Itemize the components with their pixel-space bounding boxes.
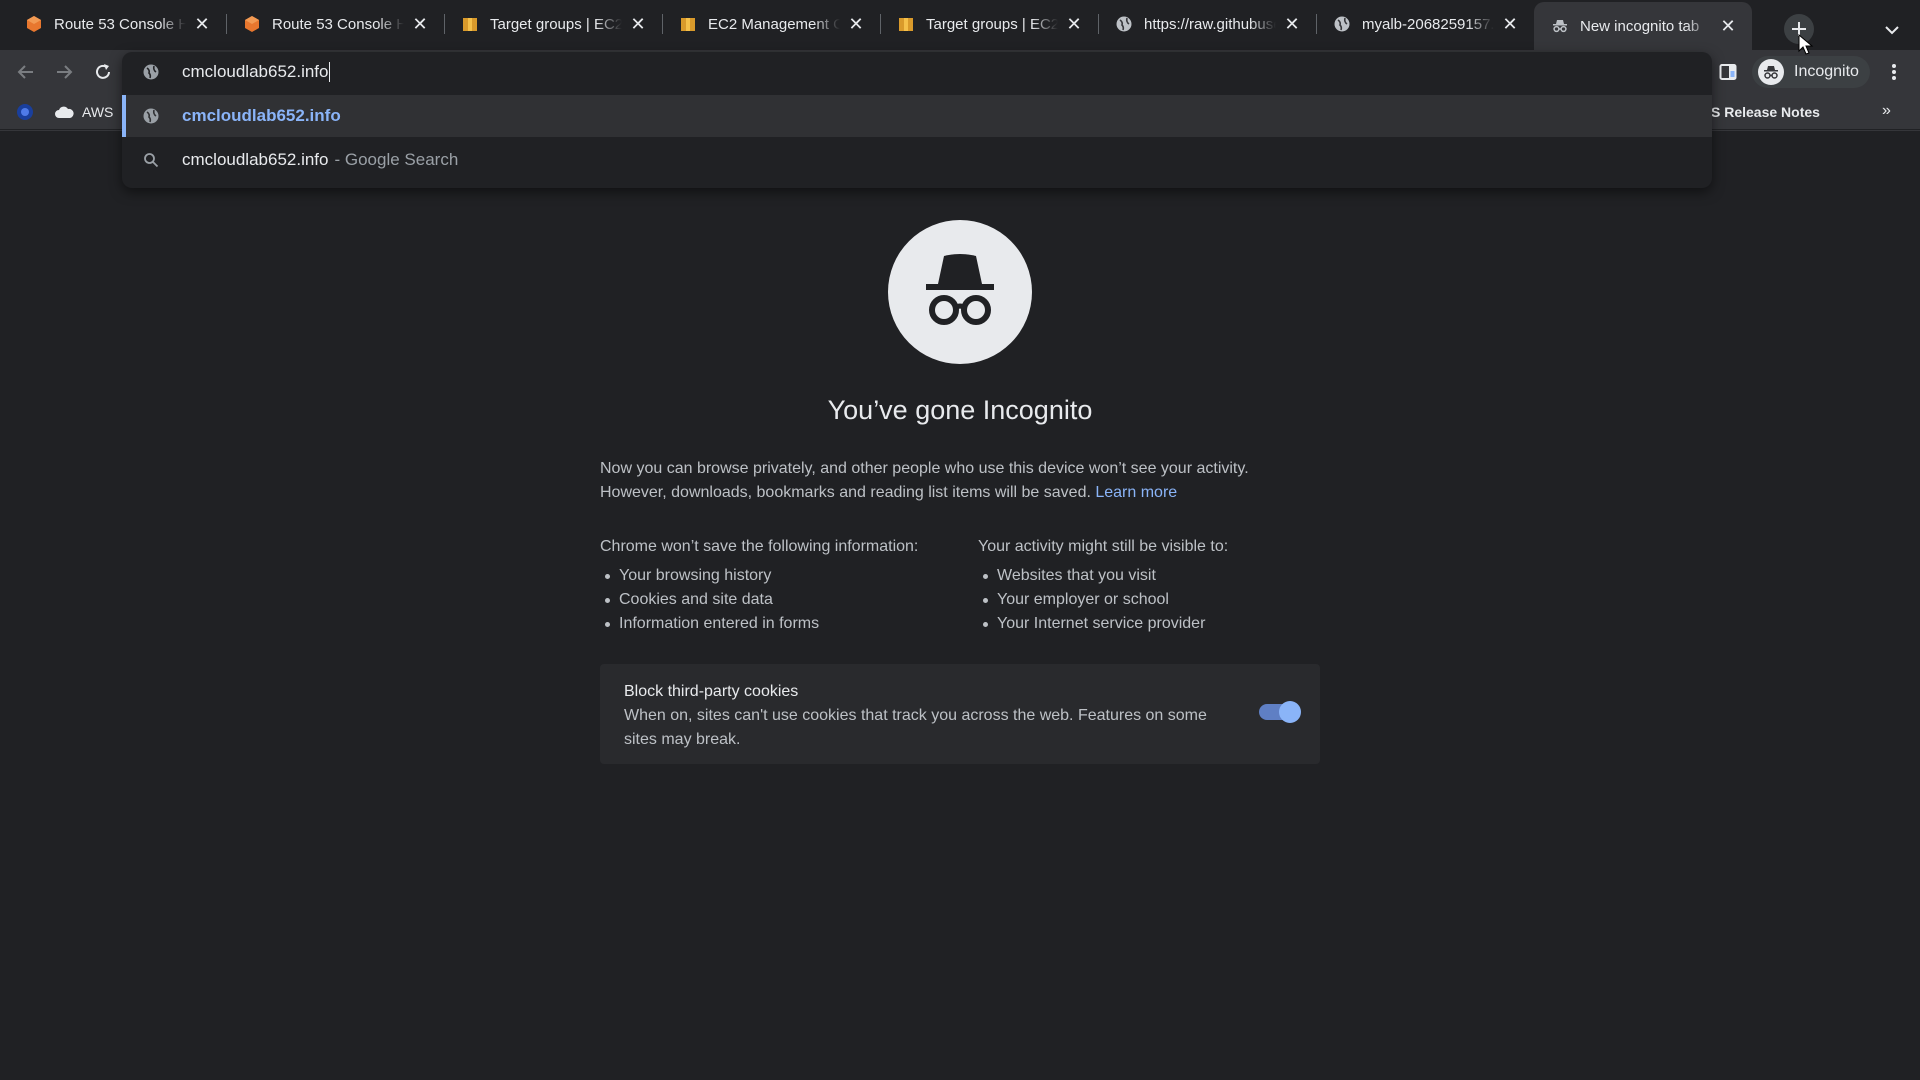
close-icon[interactable]: ✕ <box>1282 14 1302 34</box>
bookmark-release-notes[interactable]: S Release Notes <box>1711 100 1820 124</box>
text-caret <box>329 62 331 83</box>
close-icon[interactable]: ✕ <box>410 14 430 34</box>
close-icon[interactable]: ✕ <box>628 14 648 34</box>
reading-mode-button[interactable] <box>1714 58 1742 86</box>
close-icon[interactable]: ✕ <box>192 14 212 34</box>
aws-ec2-icon <box>678 14 698 34</box>
mouse-pointer-icon <box>1798 34 1814 55</box>
omnibox-dropdown: cmcloudlab652.info cmcloudlab652.info cm… <box>122 52 1712 188</box>
close-icon[interactable]: ✕ <box>1718 16 1738 36</box>
still-visible-heading: Your activity might still be visible to: <box>978 538 1229 555</box>
bookmark-label: AWS <box>82 104 114 120</box>
bookmark-label: S Release Notes <box>1711 104 1820 120</box>
arrow-right-icon <box>57 65 73 79</box>
back-button[interactable] <box>12 58 40 86</box>
close-icon[interactable]: ✕ <box>846 14 866 34</box>
bookmark-app[interactable] <box>16 100 34 124</box>
search-icon <box>140 149 162 171</box>
browser-menu-button[interactable] <box>1880 58 1908 86</box>
globe-icon <box>140 61 162 83</box>
tab-title: https://raw.githubusercontent.com <box>1144 15 1276 33</box>
forward-button[interactable] <box>50 58 78 86</box>
tab-title: EC2 Management Console <box>708 15 840 33</box>
learn-more-link[interactable]: Learn more <box>1095 484 1177 501</box>
list-item: Your employer or school <box>978 588 1358 612</box>
toggle-knob <box>1279 701 1301 723</box>
bookmark-aws[interactable]: AWS <box>54 100 113 124</box>
block-cookies-toggle[interactable] <box>1259 701 1301 723</box>
tab-title: Route 53 Console Home <box>54 15 186 33</box>
aws-ec2-icon <box>896 14 916 34</box>
browser-window: Route 53 Console Home ✕ Route 53 Console… <box>0 0 1920 1080</box>
tab-strip: Route 53 Console Home ✕ Route 53 Console… <box>0 0 1920 50</box>
incognito-icon <box>1550 16 1570 36</box>
address-input-text[interactable]: cmcloudlab652.info <box>182 62 331 83</box>
address-bar[interactable]: cmcloudlab652.info <box>122 52 1712 92</box>
more-vert-icon <box>1892 64 1896 80</box>
list-item: Information entered in forms <box>600 612 980 636</box>
tab-title: New incognito tab <box>1580 17 1700 35</box>
bookmarks-overflow-button[interactable]: » <box>1882 102 1891 120</box>
aws-ec2-icon <box>460 14 480 34</box>
wont-save-heading: Chrome won’t save the following informat… <box>600 538 919 555</box>
third-party-cookies-card: Block third-party cookies When on, sites… <box>600 664 1320 764</box>
tab-new-incognito[interactable]: New incognito tab ✕ <box>1534 2 1752 50</box>
close-icon[interactable]: ✕ <box>1064 14 1084 34</box>
tab-title: Target groups | EC2 Management Console <box>490 15 622 33</box>
globe-icon <box>1114 14 1134 34</box>
chevron-down-icon <box>1885 26 1899 35</box>
intro-text: Now you can browse privately, and other … <box>600 457 1340 505</box>
globe-icon <box>1332 14 1352 34</box>
tab-title: Target groups | EC2 Management Console <box>926 15 1058 33</box>
tab-route53-2[interactable]: Route 53 Console Home ✕ <box>226 2 444 46</box>
tab-myalb[interactable]: myalb-2068259157.amazonaws.com ✕ <box>1316 2 1534 46</box>
profile-label: Incognito <box>1794 63 1859 80</box>
wont-save-list: Chrome won’t save the following informat… <box>600 535 980 636</box>
tab-ec2-console[interactable]: EC2 Management Console ✕ <box>662 2 880 46</box>
incognito-profile-chip[interactable]: Incognito <box>1752 56 1870 88</box>
still-visible-list: Your activity might still be visible to:… <box>978 535 1358 636</box>
tab-search-button[interactable] <box>1880 18 1904 42</box>
tab-title: Route 53 Console Home <box>272 15 404 33</box>
tab-target-groups-2[interactable]: Target groups | EC2 Management Console ✕ <box>880 2 1098 46</box>
list-item: Your Internet service provider <box>978 612 1358 636</box>
intro-line-1: Now you can browse privately, and other … <box>600 460 1249 477</box>
cookie-card-title: Block third-party cookies <box>624 683 799 700</box>
list-item: Cookies and site data <box>600 588 980 612</box>
list-item: Websites that you visit <box>978 564 1358 588</box>
intro-line-2: However, downloads, bookmarks and readin… <box>600 484 1178 501</box>
tab-github-raw[interactable]: https://raw.githubusercontent.com ✕ <box>1098 2 1316 46</box>
side-panel-icon <box>1719 64 1737 80</box>
incognito-icon <box>1758 59 1784 85</box>
arrow-left-icon <box>17 65 33 79</box>
cloud-icon <box>55 106 74 118</box>
suggestion-subtext: - Google Search <box>334 150 459 169</box>
suggestion-text: cmcloudlab652.info <box>182 150 329 169</box>
page-title: You’ve gone Incognito <box>827 395 1093 425</box>
suggestion-text: cmcloudlab652.info <box>182 106 341 125</box>
globe-icon <box>140 105 162 127</box>
reload-button[interactable] <box>89 58 117 86</box>
omnibox-suggestion-search[interactable]: cmcloudlab652.info - Google Search <box>122 139 1712 181</box>
tab-title: myalb-2068259157.amazonaws.com <box>1362 15 1494 33</box>
cookie-card-description: When on, sites can't use cookies that tr… <box>624 707 1207 748</box>
omnibox-suggestion-url[interactable]: cmcloudlab652.info <box>122 95 1712 137</box>
incognito-ntp: You’ve gone Incognito Now you can browse… <box>0 131 1920 1080</box>
tab-route53-1[interactable]: Route 53 Console Home ✕ <box>8 2 226 46</box>
aws-route53-icon <box>24 14 44 34</box>
incognito-spy-icon <box>888 220 1032 364</box>
reload-icon <box>96 64 110 79</box>
tab-target-groups-1[interactable]: Target groups | EC2 Management Console ✕ <box>444 2 662 46</box>
aws-route53-icon <box>242 14 262 34</box>
list-item: Your browsing history <box>600 564 980 588</box>
close-icon[interactable]: ✕ <box>1500 14 1520 34</box>
app-icon <box>17 104 33 120</box>
